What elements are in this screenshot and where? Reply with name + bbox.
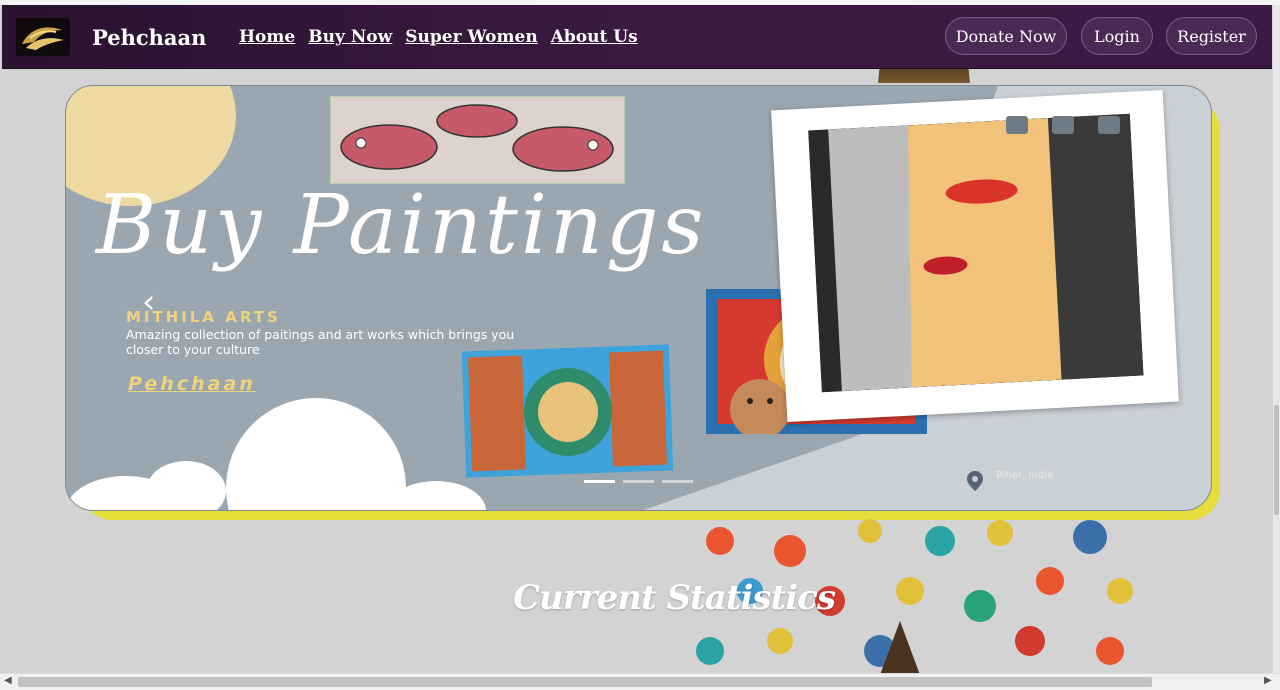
carousel-title: Buy Paintings <box>96 178 707 273</box>
carousel-tag: Pehchaan <box>128 373 256 395</box>
cloud-shape <box>226 398 406 510</box>
scroll-left-icon[interactable]: ◀ <box>4 675 12 686</box>
carousel-indicators <box>584 480 693 483</box>
horizontal-scrollbar[interactable]: ◀ ▶ <box>0 673 1280 690</box>
location-pin-icon <box>967 471 983 491</box>
carousel-indicator[interactable] <box>623 480 654 483</box>
social-icons <box>1006 116 1120 134</box>
hero-carousel: Buy Paintings ‹ MITHILA ARTS Amazing col… <box>65 85 1212 511</box>
brand-name[interactable]: Pehchaan <box>92 25 206 50</box>
login-button[interactable]: Login <box>1081 17 1153 55</box>
instagram-icon[interactable] <box>1006 116 1028 134</box>
nav-links: Home Buy Now Super Women About Us <box>239 27 638 47</box>
carousel-indicator[interactable] <box>584 480 615 483</box>
nav-link-home[interactable]: Home <box>239 27 295 47</box>
twitter-icon[interactable] <box>1052 116 1074 134</box>
carousel-indicator[interactable] <box>662 480 693 483</box>
madhubani-painting-image <box>461 344 674 478</box>
location-text: Bihar, India <box>996 470 1054 481</box>
woman-painting-frame <box>771 89 1179 423</box>
navbar: Pehchaan Home Buy Now Super Women About … <box>2 5 1272 69</box>
fish-painting-image <box>330 96 625 184</box>
location: Bihar, India <box>966 470 1053 492</box>
nav-link-about-us[interactable]: About Us <box>551 27 638 47</box>
donate-now-button[interactable]: Donate Now <box>945 17 1067 55</box>
current-statistics-heading: Current Statistics <box>513 578 836 618</box>
brand-logo[interactable] <box>16 18 70 56</box>
facebook-icon[interactable] <box>1098 116 1120 134</box>
woman-painting-image <box>808 113 1144 393</box>
carousel-subtitle: MITHILA ARTS <box>126 308 281 326</box>
vertical-scrollbar[interactable] <box>1273 5 1280 673</box>
register-button[interactable]: Register <box>1166 17 1257 55</box>
cloud-shape <box>146 461 226 510</box>
horizontal-scrollbar-thumb[interactable] <box>18 677 1152 687</box>
scroll-right-icon[interactable]: ▶ <box>1264 675 1272 686</box>
nav-link-buy-now[interactable]: Buy Now <box>308 27 392 47</box>
vertical-scrollbar-thumb[interactable] <box>1274 405 1279 515</box>
nav-link-super-women[interactable]: Super Women <box>405 27 537 47</box>
